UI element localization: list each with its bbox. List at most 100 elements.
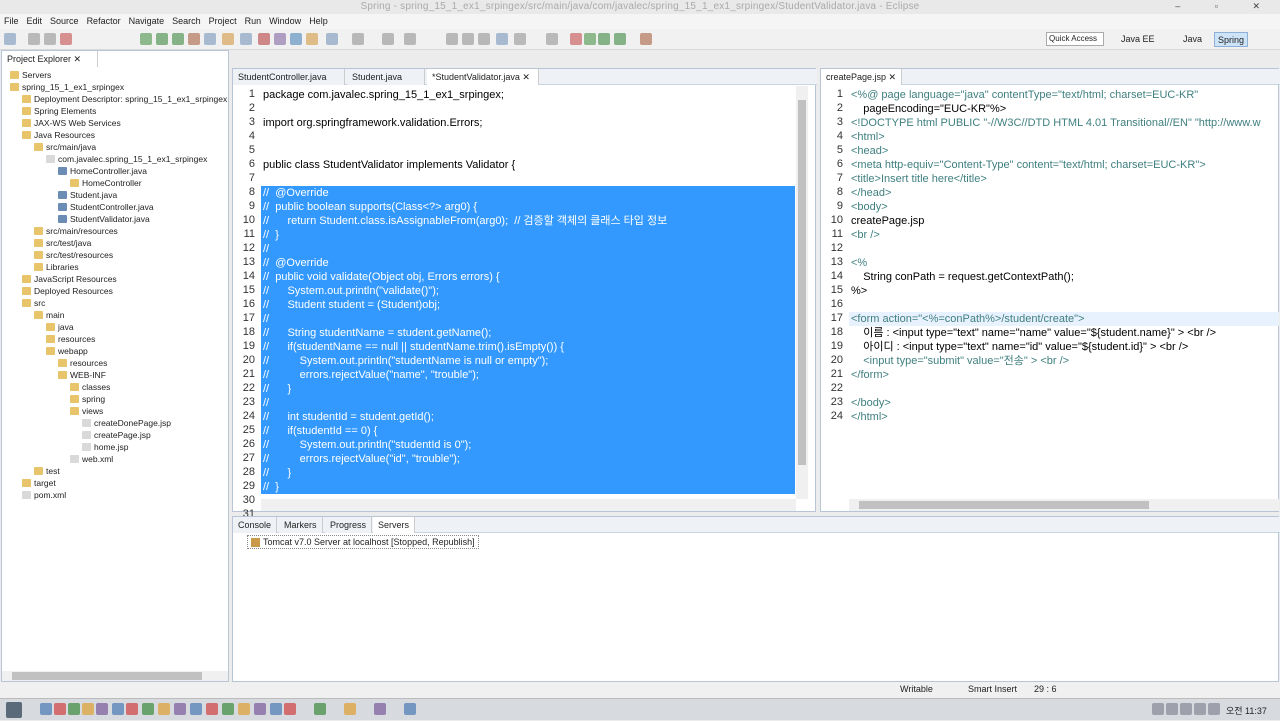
toolbar-button-icon[interactable] <box>546 33 558 45</box>
tree-item[interactable]: Deployed Resources <box>22 285 113 297</box>
tree-item[interactable]: main <box>34 309 64 321</box>
server-row[interactable]: Tomcat v7.0 Server at localhost [Stopped… <box>247 535 479 549</box>
tree-item[interactable]: webapp <box>46 345 88 357</box>
tree-item[interactable]: spring_15_1_ex1_srpingex <box>10 81 124 93</box>
tree-item[interactable]: WEB-INF <box>58 369 106 381</box>
editor-tab[interactable]: *StudentValidator.java ✕ <box>427 69 539 85</box>
tree-item[interactable]: Spring Elements <box>22 105 96 117</box>
tree-item[interactable]: Libraries <box>34 261 79 273</box>
code-line[interactable]: // public void validate(Object obj, Erro… <box>263 270 500 284</box>
toolbar-button-icon[interactable] <box>496 33 508 45</box>
tab-servers[interactable]: Servers <box>373 517 416 533</box>
taskbar-app-icon[interactable] <box>174 703 186 715</box>
taskbar-app-icon[interactable] <box>96 703 108 715</box>
tab-project-explorer[interactable]: Project Explorer ✕ <box>2 51 98 67</box>
tray-icon[interactable] <box>1152 703 1164 715</box>
code-line[interactable]: <%@ page language="java" contentType="te… <box>851 88 1198 102</box>
tree-item[interactable]: createDonePage.jsp <box>82 417 171 429</box>
tree-item[interactable]: src <box>22 297 45 309</box>
tree-item[interactable]: spring <box>70 393 105 405</box>
toolbar-button-icon[interactable] <box>478 33 490 45</box>
code-line[interactable]: <body> <box>851 200 888 214</box>
tree-item[interactable]: resources <box>58 357 107 369</box>
toolbar-button-icon[interactable] <box>382 33 394 45</box>
code-line[interactable]: package com.javalec.spring_15_1_ex1_srpi… <box>263 88 504 102</box>
taskbar-app-icon[interactable] <box>54 703 66 715</box>
taskbar-app-icon[interactable] <box>40 703 52 715</box>
taskbar-app-icon[interactable] <box>404 703 416 715</box>
code-line[interactable]: public class StudentValidator implements… <box>263 158 515 172</box>
toolbar-button-icon[interactable] <box>598 33 610 45</box>
tree-item[interactable]: StudentController.java <box>58 201 154 213</box>
code-line[interactable]: </html> <box>851 410 888 424</box>
code-line[interactable]: <title>Insert title here</title> <box>851 172 987 186</box>
taskbar-app-icon[interactable] <box>238 703 250 715</box>
tree-item[interactable]: home.jsp <box>82 441 129 453</box>
code-line[interactable]: </body> <box>851 396 891 410</box>
tree-item[interactable]: HomeController <box>70 177 142 189</box>
menu-edit[interactable]: Edit <box>23 14 47 29</box>
close-icon[interactable]: ✕ <box>520 72 530 82</box>
tree-item[interactable]: test <box>34 465 60 477</box>
editor-tab[interactable]: StudentController.java <box>233 69 345 85</box>
tree-item[interactable]: target <box>22 477 56 489</box>
taskbar-app-icon[interactable] <box>112 703 124 715</box>
tree-item[interactable]: views <box>70 405 103 417</box>
code-line[interactable]: // System.out.println("studentName is nu… <box>263 354 548 368</box>
taskbar-app-icon[interactable] <box>126 703 138 715</box>
jsp-hscrollbar[interactable] <box>849 499 1279 511</box>
toolbar-button-icon[interactable] <box>4 33 16 45</box>
tree-item[interactable]: java <box>46 321 74 333</box>
code-line[interactable]: <html> <box>851 130 885 144</box>
toolbar-button-icon[interactable] <box>140 33 152 45</box>
tray-icon[interactable] <box>1166 703 1178 715</box>
code-line[interactable]: createPage.jsp <box>851 214 924 228</box>
taskbar-app-icon[interactable] <box>374 703 386 715</box>
toolbar-button-icon[interactable] <box>570 33 582 45</box>
code-line[interactable]: // <box>263 396 269 410</box>
toolbar-button-icon[interactable] <box>172 33 184 45</box>
taskbar-app-icon[interactable] <box>344 703 356 715</box>
toolbar-button-icon[interactable] <box>306 33 318 45</box>
tray-icon[interactable] <box>1180 703 1192 715</box>
editor-hscrollbar[interactable] <box>261 499 796 511</box>
code-line[interactable]: // } <box>263 228 279 242</box>
menu-refactor[interactable]: Refactor <box>83 14 125 29</box>
code-line[interactable]: 아이디 : <input type="text" name="id" value… <box>851 340 1188 354</box>
tree-item[interactable]: src/test/java <box>34 237 91 249</box>
tree-item[interactable]: Student.java <box>58 189 117 201</box>
taskbar-app-icon[interactable] <box>190 703 202 715</box>
code-line[interactable]: // @Override <box>263 256 329 270</box>
tree-item[interactable]: resources <box>46 333 95 345</box>
toolbar-button-icon[interactable] <box>462 33 474 45</box>
taskbar-app-icon[interactable] <box>206 703 218 715</box>
perspective-spring[interactable]: Spring <box>1214 32 1249 47</box>
taskbar-app-icon[interactable] <box>222 703 234 715</box>
code-line[interactable]: <input type="submit" value="전송" > <br /> <box>851 354 1069 368</box>
code-line[interactable]: 이름 : <input type="text" name="name" valu… <box>851 326 1216 340</box>
code-line[interactable]: // } <box>263 382 291 396</box>
toolbar-button-icon[interactable] <box>274 33 286 45</box>
code-line[interactable]: // errors.rejectValue("name", "trouble")… <box>263 368 479 382</box>
toolbar-button-icon[interactable] <box>222 33 234 45</box>
menu-search[interactable]: Search <box>168 14 205 29</box>
toolbar-button-icon[interactable] <box>640 33 652 45</box>
taskbar-app-icon[interactable] <box>314 703 326 715</box>
explorer-hscrollbar[interactable] <box>2 671 228 681</box>
code-line[interactable]: <% <box>851 256 867 270</box>
tree-item[interactable]: com.javalec.spring_15_1_ex1_srpingex <box>46 153 207 165</box>
toolbar-button-icon[interactable] <box>584 33 596 45</box>
menu-project[interactable]: Project <box>205 14 241 29</box>
tree-item[interactable]: classes <box>70 381 110 393</box>
tree-item[interactable]: createPage.jsp <box>82 429 151 441</box>
code-line[interactable]: pageEncoding="EUC-KR"%> <box>851 102 1006 116</box>
toolbar-button-icon[interactable] <box>290 33 302 45</box>
code-line[interactable]: <form action="<%=conPath%>/student/creat… <box>851 312 1084 326</box>
tree-item[interactable]: src/main/java <box>34 141 96 153</box>
taskbar-app-icon[interactable] <box>68 703 80 715</box>
toolbar-button-icon[interactable] <box>44 33 56 45</box>
tree-item[interactable]: web.xml <box>70 453 113 465</box>
menu-window[interactable]: Window <box>265 14 305 29</box>
tab-console[interactable]: Console <box>233 517 278 533</box>
toolbar-button-icon[interactable] <box>352 33 364 45</box>
